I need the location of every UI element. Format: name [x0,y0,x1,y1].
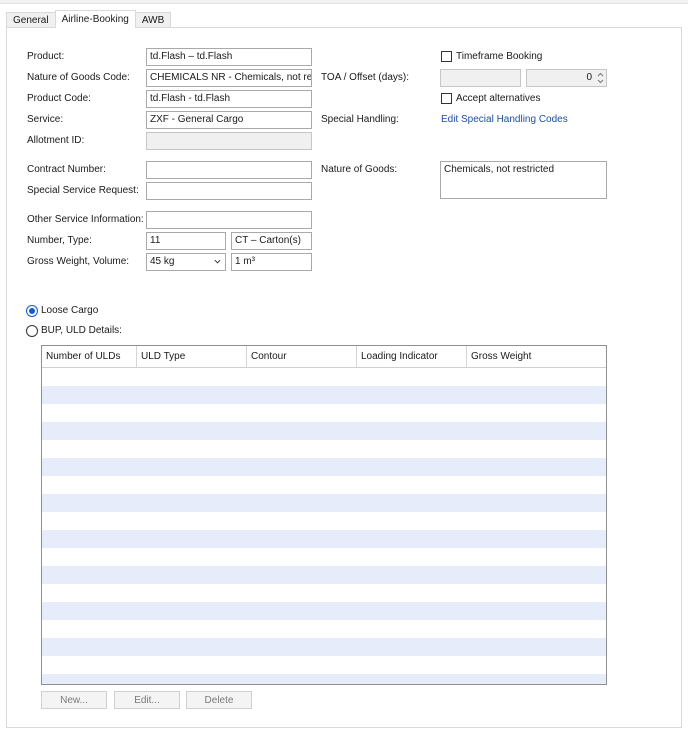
piece-count-field[interactable]: 11 [146,232,226,250]
uld-table-header: Number of ULDs ULD Type Contour Loading … [42,346,606,368]
column-header-uld-type[interactable]: ULD Type [137,346,247,368]
number-type-label: Number, Type: [27,235,92,246]
nature-of-goods-code-label: Nature of Goods Code: [27,72,130,83]
table-row[interactable] [42,368,606,386]
column-header-contour[interactable]: Contour [247,346,357,368]
service-label: Service: [27,114,64,125]
airline-booking-panel: Product: td.Flash – td.Flash Nature of G… [6,27,682,728]
bup-uld-details-label: BUP, ULD Details: [41,325,122,336]
tab-general[interactable]: General [6,12,56,28]
product-field[interactable]: td.Flash – td.Flash [146,48,312,66]
volume-field[interactable]: 1 m³ [231,253,312,271]
product-code-field[interactable]: td.Flash - td.Flash [146,90,312,108]
loose-cargo-label: Loose Cargo [41,305,99,316]
toa-field[interactable] [440,69,521,87]
timeframe-booking-label: Timeframe Booking [456,51,543,62]
chevron-down-icon [214,259,221,264]
table-row[interactable] [42,620,606,638]
product-label: Product: [27,51,65,62]
contract-number-field[interactable] [146,161,312,179]
special-service-request-label: Special Service Request: [27,185,139,196]
toa-offset-label: TOA / Offset (days): [321,72,409,83]
allotment-id-field[interactable] [146,132,312,150]
uld-table-body [42,368,606,684]
uld-details-table[interactable]: Number of ULDs ULD Type Contour Loading … [41,345,607,685]
other-service-information-field[interactable] [146,211,312,229]
piece-type-field[interactable]: CT – Carton(s) [231,232,312,250]
offset-days-stepper[interactable]: 0 [526,69,607,87]
timeframe-booking-checkbox[interactable] [441,51,452,62]
table-row[interactable] [42,530,606,548]
table-row[interactable] [42,674,606,684]
table-row[interactable] [42,404,606,422]
tab-bar: General Airline-Booking AWB [6,10,172,28]
gross-weight-value: 45 kg [150,256,175,267]
other-service-information-label: Other Service Information: [27,214,144,225]
table-row[interactable] [42,638,606,656]
new-button[interactable]: New... [41,691,107,709]
nature-of-goods-textarea[interactable]: Chemicals, not restricted [440,161,607,199]
column-header-loading-indicator[interactable]: Loading Indicator [357,346,467,368]
nature-of-goods-code-field[interactable]: CHEMICALS NR - Chemicals, not restr [146,69,312,87]
table-row[interactable] [42,476,606,494]
accept-alternatives-checkbox[interactable] [441,93,452,104]
bup-uld-details-radio[interactable] [26,325,38,337]
window-top-strip [0,0,688,4]
tab-airline-booking[interactable]: Airline-Booking [54,10,136,28]
edit-special-handling-codes-link[interactable]: Edit Special Handling Codes [441,114,568,126]
gross-weight-dropdown[interactable]: 45 kg [146,253,226,271]
offset-days-value: 0 [586,72,592,83]
table-row[interactable] [42,494,606,512]
gross-weight-volume-label: Gross Weight, Volume: [27,256,130,267]
nature-of-goods-label: Nature of Goods: [321,164,398,175]
table-row[interactable] [42,656,606,674]
table-row[interactable] [42,422,606,440]
table-row[interactable] [42,458,606,476]
table-row[interactable] [42,440,606,458]
edit-button[interactable]: Edit... [114,691,180,709]
service-field[interactable]: ZXF - General Cargo [146,111,312,129]
table-row[interactable] [42,548,606,566]
loose-cargo-radio[interactable] [26,305,38,317]
column-header-number-of-ulds[interactable]: Number of ULDs [42,346,137,368]
table-row[interactable] [42,512,606,530]
contract-number-label: Contract Number: [27,164,106,175]
product-code-label: Product Code: [27,93,91,104]
allotment-id-label: Allotment ID: [27,135,85,146]
table-row[interactable] [42,386,606,404]
table-row[interactable] [42,584,606,602]
special-handling-label: Special Handling: [321,114,399,125]
table-row[interactable] [42,602,606,620]
delete-button[interactable]: Delete [186,691,252,709]
spinner-arrows-icon [597,72,604,84]
tab-awb[interactable]: AWB [134,12,172,28]
accept-alternatives-label: Accept alternatives [456,93,541,104]
special-service-request-field[interactable] [146,182,312,200]
column-header-gross-weight[interactable]: Gross Weight [467,346,606,368]
table-row[interactable] [42,566,606,584]
